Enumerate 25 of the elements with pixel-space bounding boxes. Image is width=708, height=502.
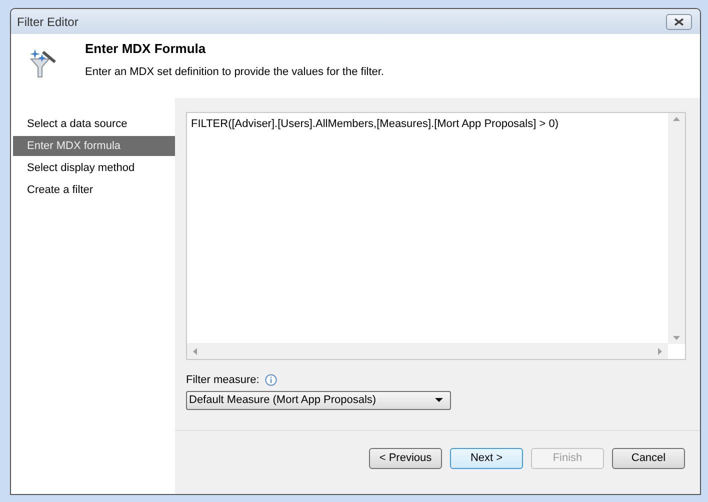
wizard-step[interactable]: Enter MDX formula xyxy=(13,136,175,156)
vertical-scrollbar[interactable] xyxy=(668,113,685,344)
filter-measure-label: Filter measure: xyxy=(186,373,260,388)
filter-wand-icon xyxy=(27,47,59,79)
formula-text: FILTER([Adviser].[Users].AllMembers,[Measures].[Mort App Proposals] > 0) xyxy=(191,117,558,132)
page-description: Enter an MDX set definition to provide the values for the filter. xyxy=(85,64,384,80)
scroll-left-icon[interactable] xyxy=(193,348,197,354)
filter-measure-dropdown[interactable]: Default Measure (Mort App Proposals) xyxy=(186,390,451,410)
wizard-button[interactable]: Next > xyxy=(450,448,523,469)
wizard-step[interactable]: Select a data source xyxy=(13,114,175,134)
wizard-step[interactable]: Create a filter xyxy=(13,180,175,200)
dropdown-caret-icon xyxy=(435,398,443,402)
horizontal-scrollbar[interactable] xyxy=(187,343,668,359)
page-heading: Enter MDX Formula xyxy=(85,40,207,58)
close-icon xyxy=(674,18,684,26)
scroll-down-icon[interactable] xyxy=(673,336,680,340)
wizard-step[interactable]: Select display method xyxy=(13,158,175,178)
wizard-button[interactable]: < Previous xyxy=(369,448,442,469)
scroll-up-icon[interactable] xyxy=(673,117,680,121)
info-icon[interactable] xyxy=(265,374,278,386)
formula-field[interactable]: FILTER([Adviser].[Users].AllMembers,[Measures].[Mort App Proposals] > 0) xyxy=(186,112,686,360)
scroll-right-icon[interactable] xyxy=(658,348,662,354)
wizard-button[interactable]: Cancel xyxy=(612,448,685,469)
close-button[interactable] xyxy=(666,14,692,30)
window-title: Filter Editor xyxy=(17,14,78,30)
